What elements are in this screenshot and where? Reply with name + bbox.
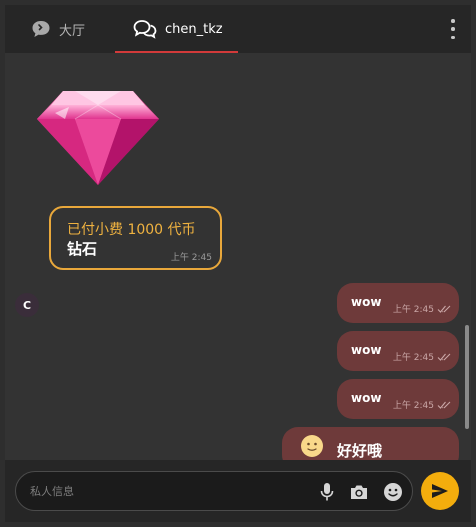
emoji-icon[interactable] — [382, 481, 404, 503]
gift-name: 钻石 — [67, 240, 98, 258]
diamond-sticker — [37, 91, 159, 185]
message-text: wow — [351, 343, 382, 357]
message-text: wow — [351, 295, 382, 309]
scrollbar-thumb[interactable] — [465, 325, 469, 429]
header-tabs: 大厅 chen_tkz — [5, 5, 471, 53]
send-button[interactable] — [421, 472, 459, 510]
chat-bubble-icon — [32, 21, 50, 37]
sent-message-bubble[interactable]: wow 上午 2:45 — [337, 283, 459, 323]
sent-message-bubble[interactable]: wow 上午 2:45 — [337, 331, 459, 371]
message-meta: 上午 2:45 — [393, 398, 451, 411]
tab-lobby[interactable]: 大厅 — [31, 5, 85, 53]
chat-window: 大厅 chen_tkz C 已付小费 1000 代币 钻石 上午 2:45 wo… — [5, 5, 471, 522]
sent-message-bubble[interactable]: wow 上午 2:45 — [337, 379, 459, 419]
message-time: 上午 2:45 — [392, 353, 434, 363]
composer-bar — [5, 460, 471, 522]
message-text: wow — [351, 391, 382, 405]
smiling-face-emoji — [301, 435, 323, 457]
message-list[interactable]: C 已付小费 1000 代币 钻石 上午 2:45 wow 上午 2:45 wo… — [5, 53, 471, 460]
double-check-icon — [437, 401, 451, 409]
message-meta: 上午 2:45 — [393, 302, 451, 315]
tip-amount-text: 已付小费 1000 代币 — [67, 222, 196, 238]
camera-icon[interactable] — [348, 481, 370, 503]
tab-private-chat-label: chen_tkz — [165, 21, 223, 37]
kebab-menu-icon[interactable] — [449, 19, 457, 39]
microphone-icon[interactable] — [316, 481, 338, 503]
message-time: 上午 2:45 — [170, 253, 212, 263]
message-input-container[interactable] — [15, 471, 413, 511]
sent-message-bubble[interactable]: 好好哦 — [282, 427, 459, 460]
tab-lobby-label: 大厅 — [59, 23, 86, 39]
message-time: 上午 2:45 — [392, 305, 434, 315]
message-meta: 上午 2:45 — [393, 350, 451, 363]
tab-private-chat[interactable]: chen_tkz — [133, 5, 223, 53]
message-text: 好好哦 — [337, 442, 383, 460]
two-chat-bubbles-icon — [133, 20, 157, 39]
double-check-icon — [437, 305, 451, 313]
message-input[interactable] — [30, 481, 300, 501]
message-time: 上午 2:45 — [392, 401, 434, 411]
sender-avatar[interactable]: C — [15, 293, 39, 317]
double-check-icon — [437, 353, 451, 361]
tip-message-bubble[interactable]: 已付小费 1000 代币 钻石 上午 2:45 — [49, 206, 222, 270]
send-arrow-icon — [432, 484, 448, 498]
